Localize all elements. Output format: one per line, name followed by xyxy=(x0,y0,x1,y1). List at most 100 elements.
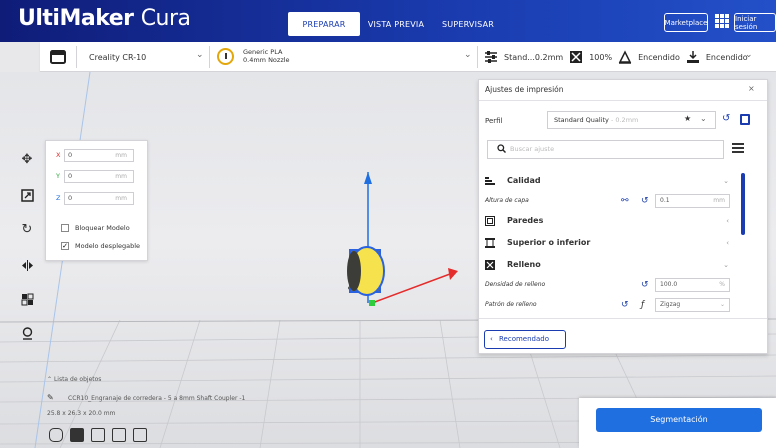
open-file-icon[interactable] xyxy=(49,49,67,65)
setting-layer-height: Altura de capa ⚯ ↺ 0.1 mm xyxy=(485,192,737,210)
chevron-down-icon[interactable]: ⌄ xyxy=(700,114,707,123)
move-tool-panel: X 0 mm Y 0 mm Z 0 mm Bloquear Modelo ✓ Mode… xyxy=(45,140,148,261)
divider xyxy=(209,46,210,68)
x-axis-label: X xyxy=(56,151,61,159)
infill-icon xyxy=(570,51,583,63)
top-view-icon[interactable] xyxy=(91,428,105,442)
settings-scrollbar[interactable] xyxy=(741,173,745,235)
link-icon[interactable]: ⚯ xyxy=(621,192,629,210)
infill-pattern-value: Zigzag xyxy=(660,301,681,308)
object-dimensions: 25.8 x 26.3 x 20.0 mm xyxy=(47,410,116,417)
chevron-down-icon[interactable]: ⌄ xyxy=(464,50,472,60)
category-quality-label: Calidad xyxy=(507,176,541,185)
material-selector[interactable]: Generic PLA 0.4mm Nozzle xyxy=(243,48,290,64)
pencil-icon[interactable]: ✎ xyxy=(47,393,54,402)
recommended-mode-button[interactable]: ‹ Recomendado xyxy=(484,330,566,349)
reset-icon[interactable]: ↺ xyxy=(641,192,649,210)
layer-height-value: 0.1 xyxy=(660,197,670,204)
marketplace-button[interactable]: Marketplace xyxy=(664,13,708,32)
profile-value: Standard Quality xyxy=(554,116,609,124)
category-infill-label: Relleno xyxy=(507,260,541,269)
scale-tool-icon[interactable] xyxy=(16,184,38,206)
infill-density-field[interactable]: 100.0% xyxy=(655,278,730,292)
infill-pattern-label: Patrón de relleno xyxy=(485,301,537,308)
setting-infill-pattern: Patrón de relleno ↺ ƒ Zigzag ⌄ xyxy=(485,296,737,314)
z-position-field[interactable]: 0 mm xyxy=(64,192,134,205)
extruder-icon[interactable] xyxy=(217,48,234,65)
tab-preview[interactable]: VISTA PREVIA xyxy=(362,12,430,36)
left-toolbar: ✥ ↻ xyxy=(8,142,40,342)
slice-button[interactable]: Segmentación xyxy=(596,408,762,432)
x-unit: mm xyxy=(115,152,127,159)
category-walls-label: Paredes xyxy=(507,216,544,225)
close-icon[interactable]: × xyxy=(748,84,755,93)
tab-monitor[interactable]: SUPERVISAR xyxy=(438,12,498,36)
signin-button[interactable]: Iniciar sesión xyxy=(734,13,776,32)
sliders-icon xyxy=(485,51,497,63)
setting-infill-density: Densidad de relleno ↺ 100.0% xyxy=(485,276,737,294)
menu-icon[interactable] xyxy=(732,143,744,153)
chevron-left-icon: ‹ xyxy=(726,239,729,247)
support-blocker-icon[interactable] xyxy=(16,322,38,344)
chevron-down-icon: ⌄ xyxy=(719,301,725,308)
save-profile-icon[interactable] xyxy=(740,114,750,125)
top-bottom-icon xyxy=(485,238,495,248)
3d-view-icon[interactable] xyxy=(49,428,63,442)
layer-height-unit: mm xyxy=(713,197,725,204)
infill-pattern-dropdown[interactable]: Zigzag ⌄ xyxy=(655,298,730,312)
app-logo: UltiMaker Cura xyxy=(18,6,191,31)
y-unit: mm xyxy=(115,173,127,180)
move-tool-icon[interactable]: ✥ xyxy=(16,148,38,170)
reset-icon[interactable]: ↺ xyxy=(641,276,649,294)
material-label: Generic PLA xyxy=(243,48,283,56)
chevron-down-icon[interactable]: ⌄ xyxy=(745,50,753,60)
quality-icon xyxy=(485,177,495,185)
support-icon xyxy=(618,50,632,64)
3d-model-with-gizmo[interactable] xyxy=(330,170,480,315)
favorite-star-icon[interactable]: ★ xyxy=(684,114,691,123)
x-value: 0 xyxy=(68,151,73,159)
y-value: 0 xyxy=(68,172,73,180)
setting-search-input[interactable]: Buscar ajuste xyxy=(487,140,724,159)
mirror-tool-icon[interactable] xyxy=(16,254,38,276)
z-axis-label: Z xyxy=(56,194,61,202)
y-position-field[interactable]: 0 mm xyxy=(64,170,134,183)
infill-density-unit: % xyxy=(719,281,725,288)
summary-profile: Stand...0.2mm xyxy=(504,52,564,62)
printer-selector[interactable]: Creality CR-10 xyxy=(89,53,146,62)
drop-model-label: Modelo desplegable xyxy=(75,242,141,250)
reset-icon[interactable]: ↺ xyxy=(621,296,629,314)
object-list-item[interactable]: CCR10_Engranaje de corredera - 5 a 8mm S… xyxy=(68,395,245,402)
panel-title: Ajustes de impresión xyxy=(485,85,564,94)
reset-profile-icon[interactable]: ↺ xyxy=(722,113,730,124)
category-top-bottom[interactable]: Superior o inferior ‹ xyxy=(485,233,737,253)
category-quality[interactable]: Calidad ⌄ xyxy=(485,171,737,191)
divider xyxy=(479,100,767,101)
category-walls[interactable]: Paredes ‹ xyxy=(485,211,737,231)
object-list-title: Lista de objetos xyxy=(53,376,102,383)
summary-support: Encendido xyxy=(638,52,680,62)
tab-prepare[interactable]: PREPARAR xyxy=(288,12,360,36)
divider xyxy=(477,46,478,68)
apps-grid-icon[interactable] xyxy=(715,14,729,28)
layer-height-label: Altura de capa xyxy=(485,197,529,204)
lock-model-label: Bloquear Modelo xyxy=(75,224,130,232)
left-view-icon[interactable] xyxy=(112,428,126,442)
z-unit: mm xyxy=(115,195,127,202)
divider xyxy=(479,318,767,319)
category-top-bottom-label: Superior o inferior xyxy=(507,238,591,247)
lock-model-checkbox[interactable] xyxy=(61,224,69,232)
object-list-toggle[interactable]: ⌃ Lista de objetos xyxy=(47,376,101,383)
front-view-icon[interactable] xyxy=(70,428,84,442)
per-model-settings-icon[interactable] xyxy=(16,288,38,310)
function-icon[interactable]: ƒ xyxy=(641,296,644,314)
x-position-field[interactable]: 0 mm xyxy=(64,149,134,162)
rotate-tool-icon[interactable]: ↻ xyxy=(16,218,38,240)
right-view-icon[interactable] xyxy=(133,428,147,442)
adhesion-icon xyxy=(686,51,699,63)
category-infill[interactable]: Relleno ⌄ xyxy=(485,255,737,275)
drop-model-checkbox[interactable]: ✓ xyxy=(61,242,69,250)
print-settings-summary[interactable]: Stand...0.2mm 100% Encendido Encendido xyxy=(484,48,748,66)
chevron-down-icon[interactable]: ⌄ xyxy=(196,50,204,60)
layer-height-field[interactable]: 0.1 mm xyxy=(655,194,730,208)
